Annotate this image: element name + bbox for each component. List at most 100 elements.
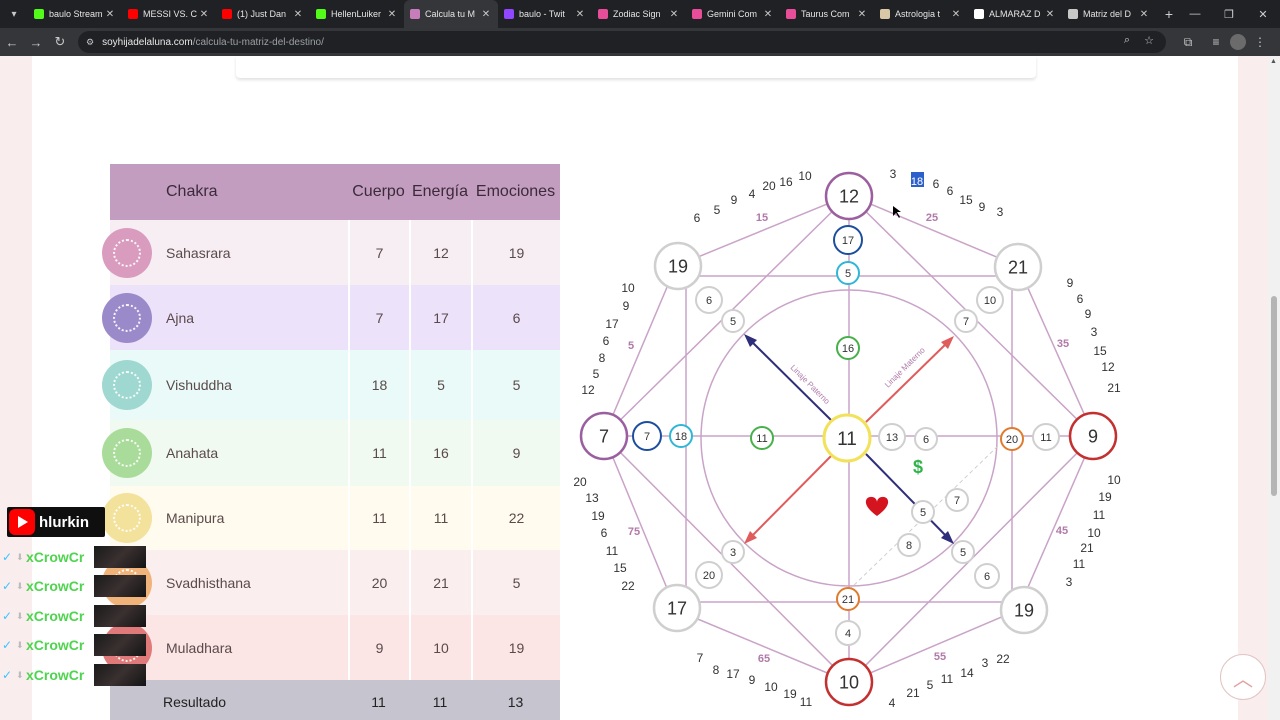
tab-favicon-icon <box>880 9 890 19</box>
outer-number: 6 <box>933 177 940 191</box>
outer-number: 7 <box>697 651 704 665</box>
age-label: 35 <box>1057 338 1069 350</box>
chat-username: xCrowCr <box>26 578 85 594</box>
site-info-icon[interactable]: ⚙ <box>86 37 94 48</box>
browser-tab[interactable]: baulo - Twit ✕ <box>498 0 592 28</box>
minimize-icon[interactable]: — <box>1178 0 1212 28</box>
age-label: 5 <box>628 340 634 352</box>
check-icon: ✓ <box>2 550 13 564</box>
zoom-icon[interactable]: ⌕ <box>1116 34 1138 47</box>
big-circle-value: 21 <box>1008 257 1028 277</box>
outer-number: 4 <box>749 187 756 201</box>
browser-tab[interactable]: Calcula tu M ✕ <box>404 0 498 28</box>
scroll-to-top-button[interactable]: ︿ <box>1220 654 1266 700</box>
forward-icon[interactable]: → <box>24 30 48 54</box>
header-emotions: Emociones <box>475 183 556 200</box>
pin-icon: ⬇ <box>16 580 24 591</box>
cell-energy: 10 <box>409 615 471 680</box>
chakra-mandala-icon <box>102 292 152 343</box>
tab-close-icon[interactable]: ✕ <box>1138 9 1150 20</box>
cell-emotions: 19 <box>471 220 560 285</box>
tab-favicon-icon <box>34 9 44 19</box>
cell-body: 18 <box>348 350 409 420</box>
browser-tab[interactable]: Taurus Com ✕ <box>780 0 874 28</box>
cell-energy: 16 <box>409 420 471 486</box>
browser-tab[interactable]: HellenLuiker ✕ <box>310 0 404 28</box>
outer-number: 9 <box>731 193 738 207</box>
bookmark-star-icon[interactable]: ☆ <box>1138 34 1160 47</box>
small-circle-value: 6 <box>984 571 990 583</box>
tab-search-icon[interactable]: ▾ <box>0 0 28 28</box>
chat-thumbnail <box>94 546 146 568</box>
browser-tab[interactable]: Matriz del D ✕ <box>1062 0 1156 28</box>
menu-icon[interactable]: ⋮ <box>1246 30 1274 54</box>
browser-tab[interactable]: Zodiac Sign ✕ <box>592 0 686 28</box>
tab-close-icon[interactable]: ✕ <box>668 9 680 20</box>
scroll-up-arrow-icon[interactable]: ▲ <box>1270 58 1277 65</box>
small-circle-value: 7 <box>644 431 650 443</box>
cell-body: 9 <box>348 615 409 680</box>
tab-title: ALMARAZ D <box>989 9 1041 19</box>
scrollbar-thumb[interactable] <box>1271 296 1277 496</box>
small-circle-value: 5 <box>920 507 926 519</box>
browser-tab[interactable]: Astrologia t ✕ <box>874 0 968 28</box>
outer-number: 13 <box>585 491 599 505</box>
result-body: 11 <box>371 694 386 710</box>
small-circle-value: 18 <box>675 431 687 443</box>
small-circle-value: 3 <box>730 547 736 559</box>
small-circle-value: 16 <box>842 343 854 355</box>
channel-badge: hlurkin <box>7 507 105 537</box>
browser-tab[interactable]: (1) Just Dan ✕ <box>216 0 310 28</box>
tab-title: Calcula tu M <box>425 9 476 19</box>
header-body: Cuerpo <box>352 183 405 200</box>
tab-favicon-icon <box>974 9 984 19</box>
chat-row: ✓ ⬇ xCrowCr <box>2 634 162 656</box>
channel-name: hlurkin <box>39 513 90 531</box>
tab-title: Matriz del D <box>1083 9 1132 19</box>
cell-body: 7 <box>348 220 409 285</box>
cell-energy: 5 <box>409 350 471 420</box>
tab-close-icon[interactable]: ✕ <box>574 9 586 20</box>
tab-close-icon[interactable]: ✕ <box>292 9 304 20</box>
result-label: Resultado <box>163 694 227 710</box>
small-circle-value: 6 <box>923 434 929 446</box>
chakra-table: Chakra Cuerpo Energía Emociones Sahasrar… <box>102 164 560 720</box>
result-row: Resultado 11 11 13 <box>110 680 560 720</box>
reading-list-icon[interactable]: ≡ <box>1202 30 1230 54</box>
outer-number: 8 <box>713 663 720 677</box>
pin-icon: ⬇ <box>16 639 24 650</box>
cell-body: 20 <box>348 550 409 615</box>
browser-toolbar: ← → ↻ ⚙ soyhijadelaluna.com /calcula-tu-… <box>0 28 1280 56</box>
money-icon: $ <box>913 457 923 477</box>
tab-close-icon[interactable]: ✕ <box>856 9 868 20</box>
small-circle-value: 11 <box>1040 432 1051 444</box>
tab-close-icon[interactable]: ✕ <box>1044 9 1056 20</box>
cell-body: 11 <box>348 486 409 550</box>
address-bar[interactable]: ⚙ soyhijadelaluna.com /calcula-tu-matriz… <box>78 31 1166 53</box>
browser-tab[interactable]: Gemini Com ✕ <box>686 0 780 28</box>
outer-number: 5 <box>593 367 600 381</box>
browser-tab[interactable]: MESSI VS. C ✕ <box>122 0 216 28</box>
tab-close-icon[interactable]: ✕ <box>198 9 210 20</box>
tab-close-icon[interactable]: ✕ <box>104 9 116 20</box>
cell-energy: 11 <box>409 486 471 550</box>
outer-number: 8 <box>599 351 606 365</box>
tab-favicon-icon <box>692 9 702 19</box>
outer-number: 22 <box>996 652 1010 666</box>
extensions-icon[interactable]: ⧉ <box>1174 30 1202 54</box>
tab-close-icon[interactable]: ✕ <box>480 9 492 20</box>
scrollbar[interactable]: ▲ <box>1268 56 1280 720</box>
big-circle-value: 17 <box>667 598 687 618</box>
browser-tab[interactable]: ALMARAZ D ✕ <box>968 0 1062 28</box>
avatar[interactable] <box>1230 34 1246 50</box>
outer-number: 22 <box>621 579 635 593</box>
browser-tab[interactable]: baulo Stream ✕ <box>28 0 122 28</box>
outer-number: 21 <box>1080 541 1094 555</box>
tab-close-icon[interactable]: ✕ <box>950 9 962 20</box>
close-window-icon[interactable]: ✕ <box>1246 0 1280 28</box>
reload-icon[interactable]: ↻ <box>48 30 72 54</box>
restore-icon[interactable]: ❐ <box>1212 0 1246 28</box>
back-icon[interactable]: ← <box>0 30 24 54</box>
tab-close-icon[interactable]: ✕ <box>386 9 398 20</box>
tab-close-icon[interactable]: ✕ <box>762 9 774 20</box>
